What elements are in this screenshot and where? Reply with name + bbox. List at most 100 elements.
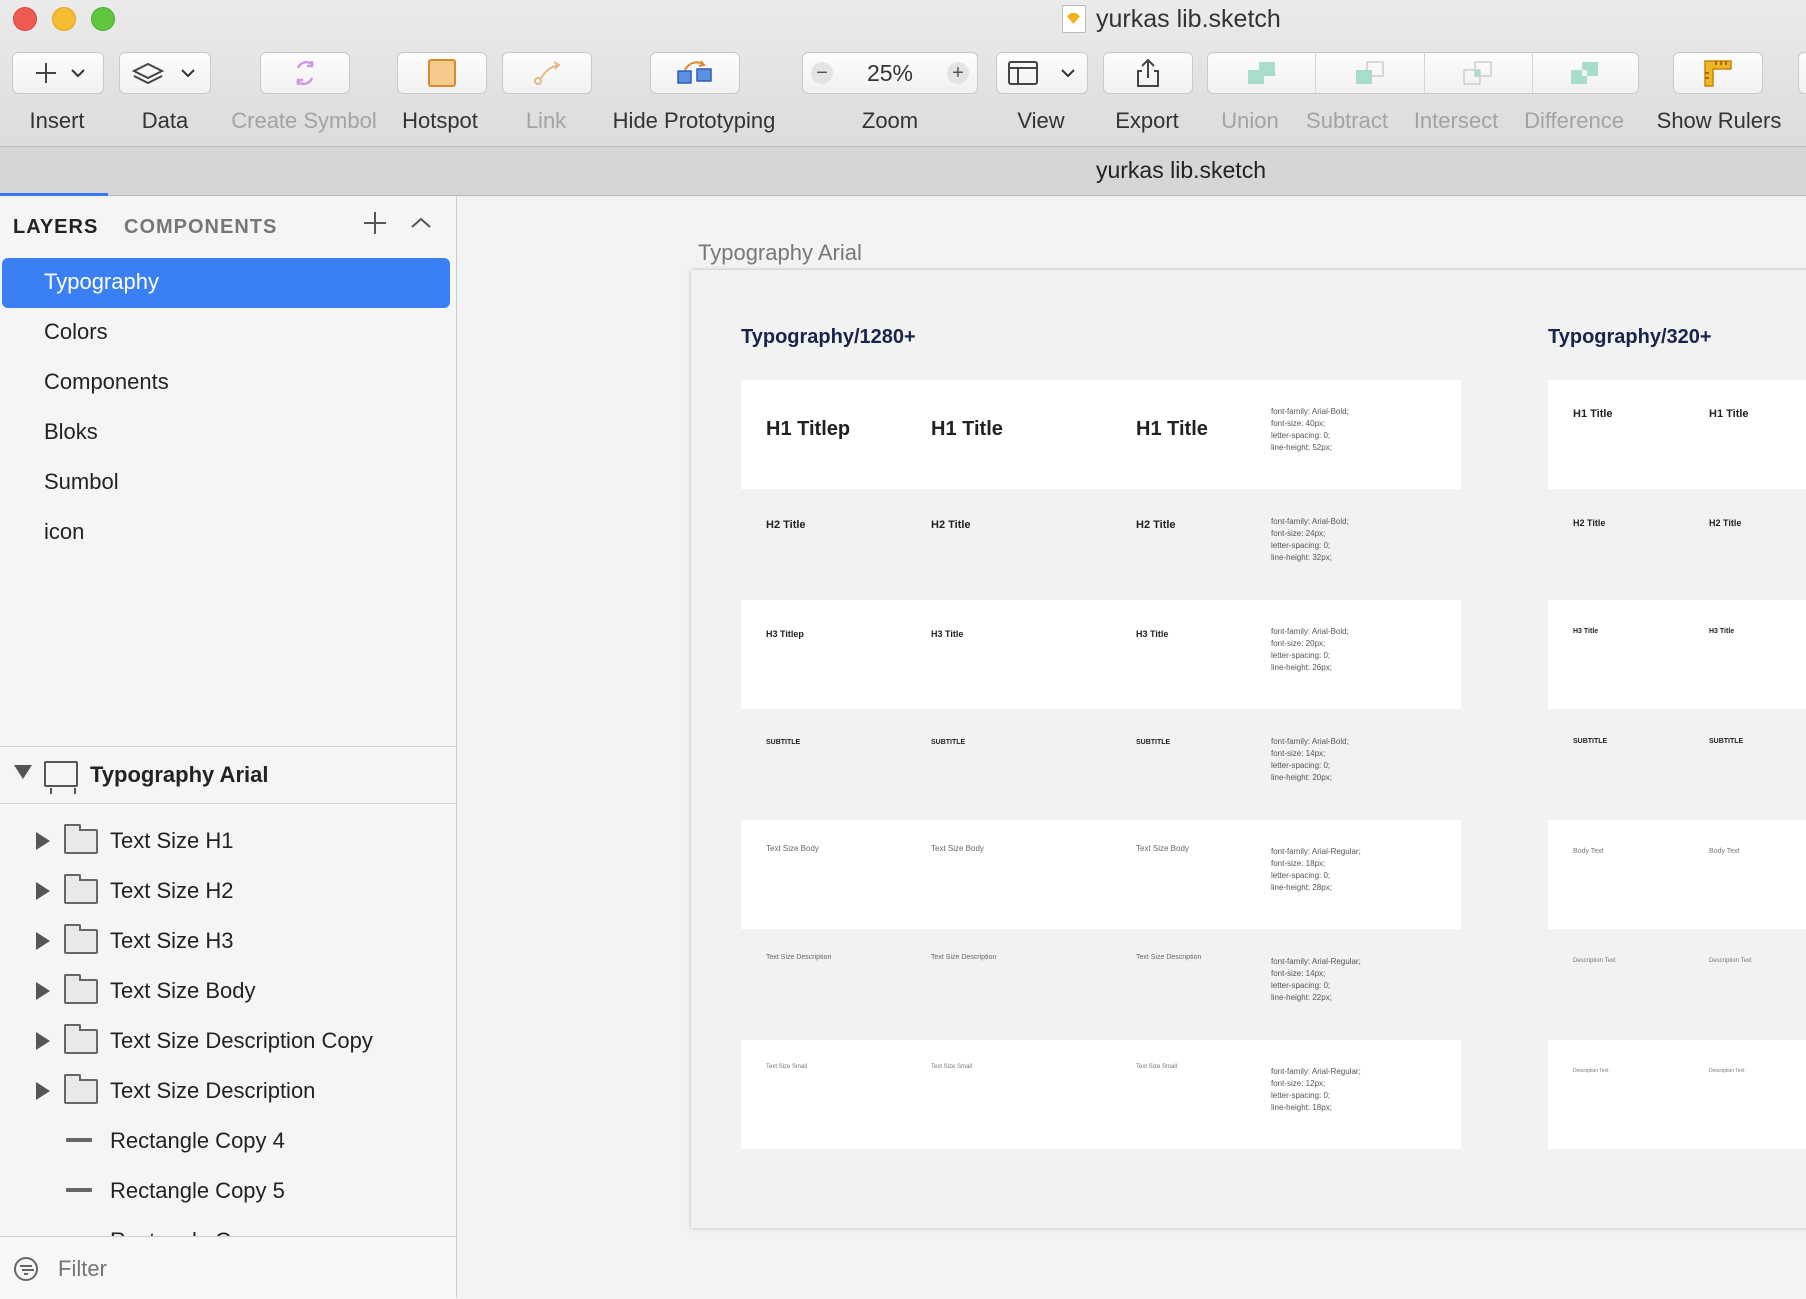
specimen-text[interactable]: Text Size Small xyxy=(1136,1064,1177,1070)
insert-button[interactable] xyxy=(12,52,104,94)
layer-row[interactable]: Text Size Description xyxy=(0,1066,456,1116)
spec-text[interactable]: font-family: Arial-Bold; font-size: 24px… xyxy=(1271,516,1349,564)
artboard-title[interactable]: Typography Arial xyxy=(698,240,862,266)
specimen-row[interactable]: SUBTITLE SUBTITLE SUBTITLE font-family: Ari… xyxy=(741,710,1461,819)
artboard-layer-row[interactable]: Typography Arial xyxy=(0,746,456,804)
specimen-text-mobile[interactable]: H1 Title xyxy=(1709,408,1749,420)
disclosure-open-icon[interactable] xyxy=(14,765,32,779)
specimen-text-mobile[interactable]: H3 Title xyxy=(1573,628,1598,635)
specimen-row-mobile[interactable]: Description Text Description Text xyxy=(1548,1040,1806,1149)
specimen-row[interactable]: Text Size Description Text Size Descripti… xyxy=(741,930,1461,1039)
specimen-text-mobile[interactable]: Body Text xyxy=(1709,848,1740,855)
specimen-row[interactable]: Text Size Small Text Size Small Text Size … xyxy=(741,1040,1461,1149)
specimen-text[interactable]: H3 Title xyxy=(1136,629,1168,639)
specimen-row[interactable]: H3 Titlep H3 Title H3 Title font-family: Ar… xyxy=(741,600,1461,709)
layer-row[interactable]: Text Size H2 xyxy=(0,866,456,916)
page-item-sumbol[interactable]: Sumbol xyxy=(2,458,450,508)
specimen-text-mobile[interactable]: H2 Title xyxy=(1709,518,1741,528)
layer-row[interactable]: Rectangle Copy 5 xyxy=(0,1166,456,1216)
specimen-text[interactable]: Text Size Description xyxy=(1136,954,1201,961)
spec-text[interactable]: font-family: Arial-Bold; font-size: 14px… xyxy=(1271,736,1349,784)
close-window-button[interactable] xyxy=(13,7,37,31)
page-item-typography[interactable]: Typography xyxy=(2,258,450,308)
specimen-text[interactable]: Text Size Small xyxy=(766,1064,807,1070)
spec-text[interactable]: font-family: Arial-Regular; font-size: 1… xyxy=(1271,956,1361,1004)
specimen-text[interactable]: Text Size Description xyxy=(766,954,831,961)
spec-text[interactable]: font-family: Arial-Bold; font-size: 20px… xyxy=(1271,626,1349,674)
specimen-row[interactable]: H2 Title H2 Title H2 Title font-family: Ari… xyxy=(741,490,1461,599)
layer-row[interactable]: Rectangle Copy xyxy=(0,1216,456,1236)
specimen-text-mobile[interactable]: H1 Title xyxy=(1573,408,1613,420)
disclosure-closed-icon[interactable] xyxy=(36,1032,50,1050)
specimen-row-mobile[interactable]: SUBTITLE SUBTITLE xyxy=(1548,710,1806,819)
link-button[interactable] xyxy=(502,52,592,94)
specimen-row-mobile[interactable]: Body Text Body Text xyxy=(1548,820,1806,929)
layer-row[interactable]: Rectangle Copy 4 xyxy=(0,1116,456,1166)
specimen-text[interactable]: H3 Titlep xyxy=(766,629,804,639)
specimen-text-mobile[interactable]: H3 Title xyxy=(1709,628,1734,635)
toolbar-overflow-button[interactable] xyxy=(1798,52,1806,94)
specimen-text[interactable]: H2 Title xyxy=(766,519,806,531)
specimen-row[interactable]: H1 Titlep H1 Title H1 Title font-family: Ar… xyxy=(741,380,1461,489)
specimen-row[interactable]: Text Size Body Text Size Body Text Size Bo… xyxy=(741,820,1461,929)
specimen-text[interactable]: Text Size Body xyxy=(931,844,984,853)
filter-input[interactable] xyxy=(56,1253,440,1285)
export-button[interactable] xyxy=(1103,52,1193,94)
layer-row[interactable]: Text Size H1 xyxy=(0,816,456,866)
page-item-components[interactable]: Components xyxy=(2,358,450,408)
specimen-row-mobile[interactable]: Description Text Description Text xyxy=(1548,930,1806,1039)
disclosure-closed-icon[interactable] xyxy=(36,932,50,950)
hotspot-button[interactable] xyxy=(397,52,487,94)
disclosure-closed-icon[interactable] xyxy=(36,882,50,900)
subtract-button[interactable] xyxy=(1316,53,1425,93)
page-item-bloks[interactable]: Bloks xyxy=(2,408,450,458)
difference-button[interactable] xyxy=(1533,53,1638,93)
specimen-text[interactable]: H1 Title xyxy=(931,418,1003,441)
specimen-text[interactable]: H2 Title xyxy=(931,519,971,531)
specimen-text[interactable]: H2 Title xyxy=(1136,519,1176,531)
specimen-row-mobile[interactable]: H1 Title H1 Title xyxy=(1548,380,1806,489)
create-symbol-button[interactable] xyxy=(260,52,350,94)
specimen-row-mobile[interactable]: H3 Title H3 Title xyxy=(1548,600,1806,709)
specimen-text-mobile[interactable]: Description Text xyxy=(1709,958,1752,964)
zoom-in-button[interactable]: + xyxy=(946,62,969,84)
document-tab[interactable]: yurkas lib.sketch xyxy=(0,157,1806,184)
spec-text[interactable]: font-family: Arial-Regular; font-size: 1… xyxy=(1271,1066,1361,1114)
page-item-icon[interactable]: icon xyxy=(2,508,450,558)
layer-row[interactable]: Text Size H3 xyxy=(0,916,456,966)
specimen-text[interactable]: SUBTITLE xyxy=(1136,739,1170,746)
specimen-text-mobile[interactable]: Body Text xyxy=(1573,848,1604,855)
maximize-window-button[interactable] xyxy=(91,7,115,31)
specimen-text[interactable]: SUBTITLE xyxy=(931,739,965,746)
specimen-text-mobile[interactable]: H2 Title xyxy=(1573,518,1605,528)
union-button[interactable] xyxy=(1208,53,1317,93)
disclosure-closed-icon[interactable] xyxy=(36,832,50,850)
specimen-text[interactable]: Text Size Small xyxy=(931,1064,972,1070)
specimen-text-mobile[interactable]: Description Text xyxy=(1573,958,1616,964)
layer-row[interactable]: Text Size Body xyxy=(0,966,456,1016)
specimen-text[interactable]: SUBTITLE xyxy=(766,739,800,746)
specimen-text-mobile[interactable]: SUBTITLE xyxy=(1573,738,1607,745)
spec-text[interactable]: font-family: Arial-Regular; font-size: 1… xyxy=(1271,846,1361,894)
zoom-out-button[interactable]: − xyxy=(811,62,833,84)
artboard[interactable]: Typography/1280+ Typography/320+ H1 Titl… xyxy=(691,270,1806,1228)
data-button[interactable] xyxy=(119,52,211,94)
design-canvas[interactable]: Typography Arial Typography/1280+ Typogr… xyxy=(457,196,1806,1298)
specimen-text[interactable]: Text Size Body xyxy=(766,844,819,853)
specimen-text[interactable]: H1 Titlep xyxy=(766,418,850,441)
show-rulers-button[interactable] xyxy=(1673,52,1763,94)
specimen-text[interactable]: Text Size Body xyxy=(1136,844,1189,853)
intersect-button[interactable] xyxy=(1425,53,1533,93)
spec-text[interactable]: font-family: Arial-Bold; font-size: 40px… xyxy=(1271,406,1349,454)
specimen-text[interactable]: Text Size Description xyxy=(931,954,996,961)
filter-icon[interactable] xyxy=(14,1257,38,1281)
tab-components[interactable]: COMPONENTS xyxy=(124,216,277,239)
disclosure-closed-icon[interactable] xyxy=(36,1082,50,1100)
disclosure-closed-icon[interactable] xyxy=(36,982,50,1000)
specimen-text[interactable]: H3 Title xyxy=(931,629,963,639)
specimen-row-mobile[interactable]: H2 Title H2 Title xyxy=(1548,490,1806,599)
specimen-text-mobile[interactable]: SUBTITLE xyxy=(1709,738,1743,745)
specimen-text[interactable]: H1 Title xyxy=(1136,418,1208,441)
specimen-text-mobile[interactable]: Description Text xyxy=(1709,1068,1744,1074)
collapse-pages-icon[interactable] xyxy=(408,210,434,243)
